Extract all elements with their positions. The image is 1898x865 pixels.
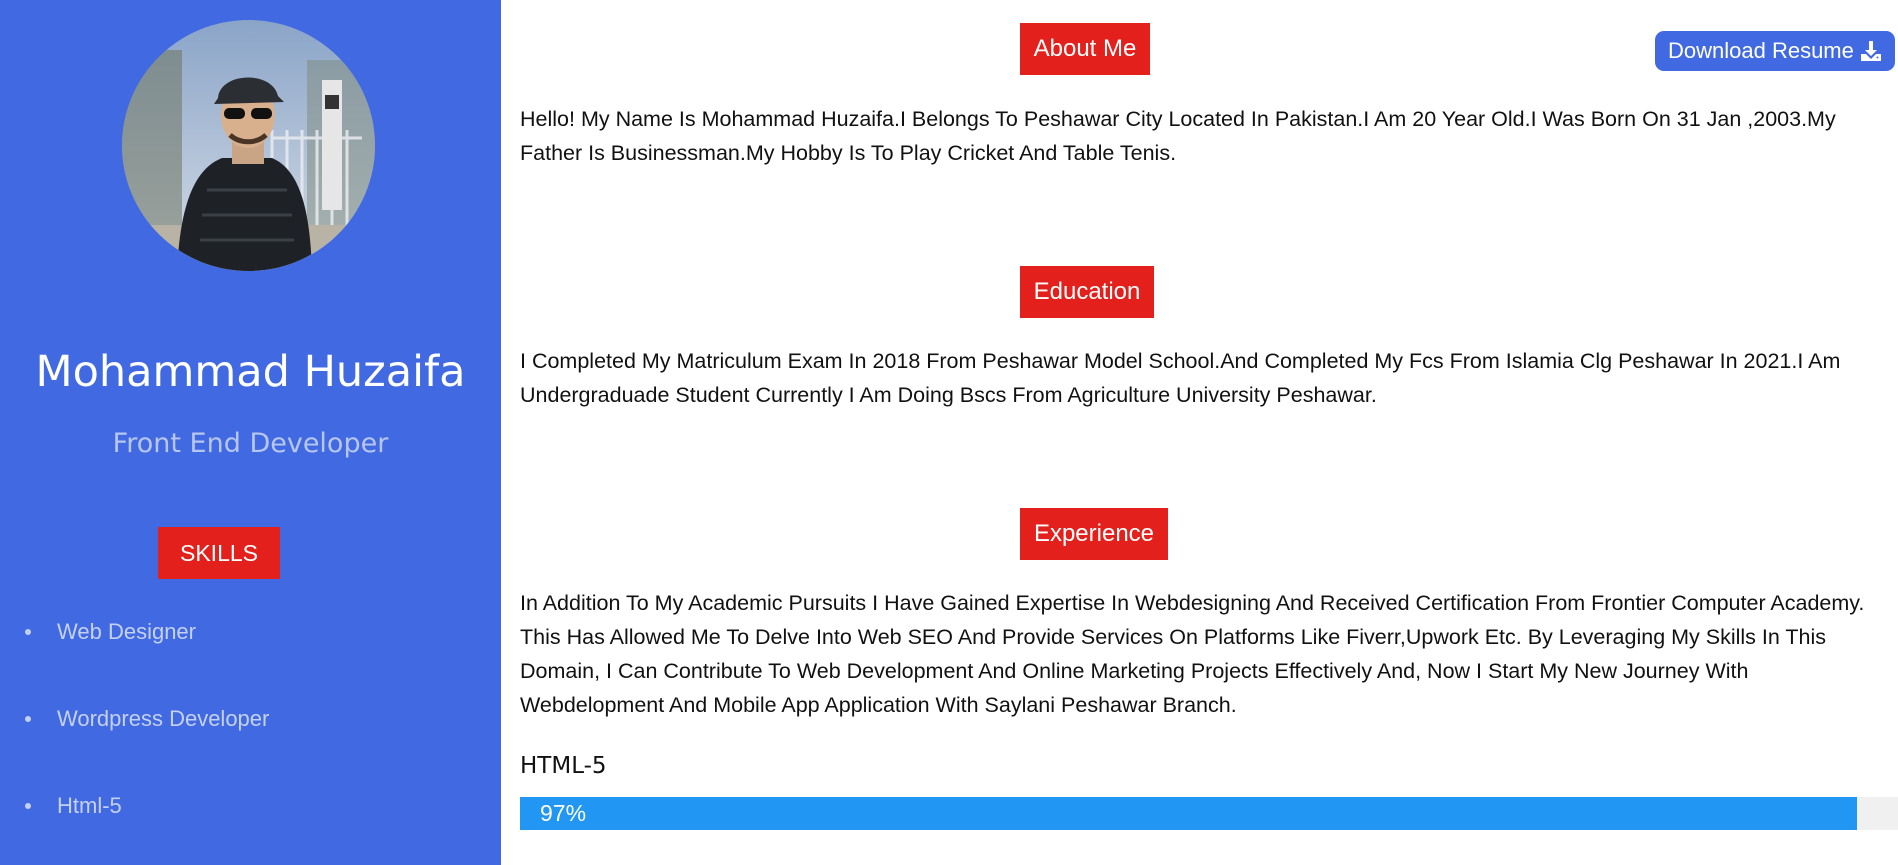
progress-bar: 97%	[520, 797, 1898, 830]
download-resume-button[interactable]: Download Resume	[1655, 31, 1895, 71]
progress-fill: 97%	[520, 797, 1857, 830]
section-title-about: About Me	[1020, 23, 1150, 75]
section-title-experience: Experience	[1020, 508, 1168, 560]
download-resume-label: Download Resume	[1668, 38, 1854, 63]
education-text: I Completed My Matriculum Exam In 2018 F…	[520, 349, 1841, 407]
skill-label: Html-5	[57, 793, 122, 818]
section-title-education: Education	[1020, 266, 1154, 318]
skill-label: Web Designer	[57, 619, 196, 644]
bullet-icon	[25, 803, 31, 809]
skill-label: Wordpress Developer	[57, 706, 270, 731]
bullet-icon	[25, 716, 31, 722]
skills-heading: SKILLS	[158, 527, 280, 579]
progress-label: HTML-5	[520, 753, 607, 779]
bullet-icon	[25, 629, 31, 635]
profile-name: Mohammad Huzaifa	[35, 347, 466, 397]
experience-text: In Addition To My Academic Pursuits I Ha…	[520, 591, 1865, 717]
about-text: Hello! My Name Is Mohammad Huzaifa.I Bel…	[520, 107, 1836, 165]
sidebar: Mohammad Huzaifa Front End Developer SKI…	[0, 0, 501, 865]
profile-photo	[122, 20, 375, 271]
progress-value: 97%	[540, 800, 587, 826]
profile-role: Front End Developer	[112, 428, 389, 459]
download-icon	[1861, 41, 1881, 61]
avatar	[122, 20, 375, 271]
